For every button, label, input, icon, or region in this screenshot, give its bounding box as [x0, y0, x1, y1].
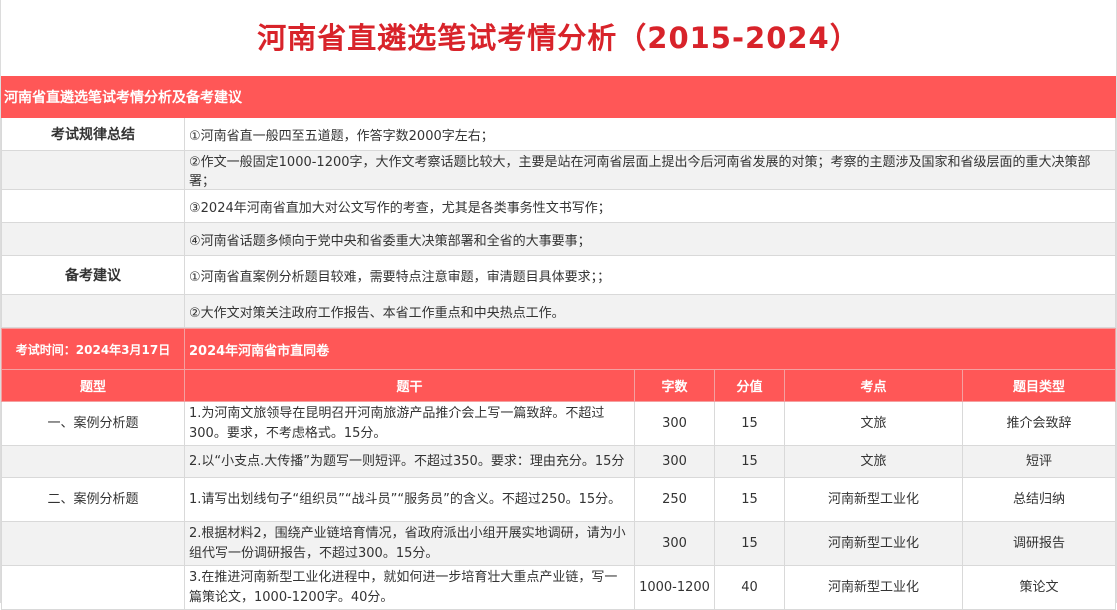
exam-info-row: 考试时间：2024年3月17日 2024年河南省市直同卷	[1, 328, 1116, 370]
exam-paper: 2024年河南省市直同卷	[184, 328, 1116, 370]
question-category: 短评	[962, 445, 1116, 478]
table-row: 一、案例分析题 1.为河南文旅领导在昆明召开河南旅游产品推介会上写一篇致辞。不超…	[1, 401, 1116, 446]
rule-row-4: ④河南省话题多倾向于党中央和省委重大决策部署和全省的大事要事；	[1, 222, 1116, 256]
advice-label: 备考建议	[1, 255, 185, 295]
section-title: 河南省直遴选笔试考情分析及备考建议	[1, 76, 1116, 118]
exam-point: 河南新型工业化	[784, 521, 963, 566]
question-type	[1, 521, 185, 566]
rule-row-1: 考试规律总结 ①河南省直一般四至五道题，作答字数2000字左右；	[1, 117, 1116, 151]
blank-cell	[1, 222, 185, 256]
blank-cell	[1, 189, 185, 223]
page: 河南省直遴选笔试考情分析（2015-2024） 河南省直遴选笔试考情分析及备考建…	[0, 0, 1117, 610]
table-row: 2.以“小支点.大传播”为题写一则短评。不超过350。要求：理由充分。15分 3…	[1, 445, 1116, 478]
section-header-row: 河南省直遴选笔试考情分析及备考建议	[1, 76, 1116, 118]
exam-point: 文旅	[784, 401, 963, 446]
question-type: 一、案例分析题	[1, 401, 185, 446]
col-header-point: 考点	[784, 369, 963, 402]
col-header-stem: 题干	[184, 369, 635, 402]
col-header-type: 题型	[1, 369, 185, 402]
rules-label: 考试规律总结	[1, 117, 185, 151]
advice-row-1: 备考建议 ①河南省直案例分析题目较难，需要特点注意审题，审清题目具体要求；；	[1, 255, 1116, 295]
question-stem: 1.为河南文旅领导在昆明召开河南旅游产品推介会上写一篇致辞。不超过300。要求，…	[184, 401, 635, 446]
word-count: 250	[634, 477, 715, 522]
col-header-words: 字数	[634, 369, 715, 402]
question-type	[1, 445, 185, 478]
exam-point: 河南新型工业化	[784, 477, 963, 522]
rule-row-3: ③2024年河南省直加大对公文写作的考查，尤其是各类事务性文书写作；	[1, 189, 1116, 223]
question-stem: 1.请写出划线句子“组织员”“战斗员”“服务员”的含义。不超过250。15分。	[184, 477, 635, 522]
rule-row-2: ②作文一般固定1000-1200字，大作文考察话题比较大，主要是站在河南省层面上…	[1, 150, 1116, 190]
rule-item: ①河南省直一般四至五道题，作答字数2000字左右；	[184, 117, 1116, 151]
advice-row-2: ②大作文对策关注政府工作报告、本省工作重点和中央热点工作。	[1, 294, 1116, 328]
summary-table: 河南省直遴选笔试考情分析及备考建议 考试规律总结 ①河南省直一般四至五道题，作答…	[1, 76, 1116, 328]
word-count: 300	[634, 445, 715, 478]
page-title: 河南省直遴选笔试考情分析（2015-2024）	[257, 21, 860, 55]
col-header-qtype: 题目类型	[962, 369, 1116, 402]
rule-item: ④河南省话题多倾向于党中央和省委重大决策部署和全省的大事要事；	[184, 222, 1116, 256]
rule-item: ③2024年河南省直加大对公文写作的考查，尤其是各类事务性文书写作；	[184, 189, 1116, 223]
table-row: 二、案例分析题 1.请写出划线句子“组织员”“战斗员”“服务员”的含义。不超过2…	[1, 477, 1116, 522]
question-category: 推介会致辞	[962, 401, 1116, 446]
rule-item: ②作文一般固定1000-1200字，大作文考察话题比较大，主要是站在河南省层面上…	[184, 150, 1116, 190]
col-header-score: 分值	[714, 369, 785, 402]
word-count: 300	[634, 401, 715, 446]
table-row: 2.根据材料2，围绕产业链培育情况，省政府派出小组开展实地调研，请为小组代写一份…	[1, 521, 1116, 566]
question-stem: 2.根据材料2，围绕产业链培育情况，省政府派出小组开展实地调研，请为小组代写一份…	[184, 521, 635, 566]
question-stem: 2.以“小支点.大传播”为题写一则短评。不超过350。要求：理由充分。15分	[184, 445, 635, 478]
score: 15	[714, 445, 785, 478]
exam-point: 文旅	[784, 445, 963, 478]
question-type: 二、案例分析题	[1, 477, 185, 522]
score: 15	[714, 401, 785, 446]
exam-table: 考试时间：2024年3月17日 2024年河南省市直同卷 题型 题干 字数 分值…	[1, 328, 1116, 610]
score: 15	[714, 477, 785, 522]
question-category: 调研报告	[962, 521, 1116, 566]
blank-cell	[1, 294, 185, 328]
question-category: 总结归纳	[962, 477, 1116, 522]
word-count: 300	[634, 521, 715, 566]
table-header-row: 题型 题干 字数 分值 考点 题目类型	[1, 369, 1116, 402]
score: 15	[714, 521, 785, 566]
blank-cell	[1, 150, 185, 190]
advice-item: ②大作文对策关注政府工作报告、本省工作重点和中央热点工作。	[184, 294, 1116, 328]
exam-time: 考试时间：2024年3月17日	[1, 328, 185, 370]
advice-item: ①河南省直案例分析题目较难，需要特点注意审题，审清题目具体要求；；	[184, 255, 1116, 295]
